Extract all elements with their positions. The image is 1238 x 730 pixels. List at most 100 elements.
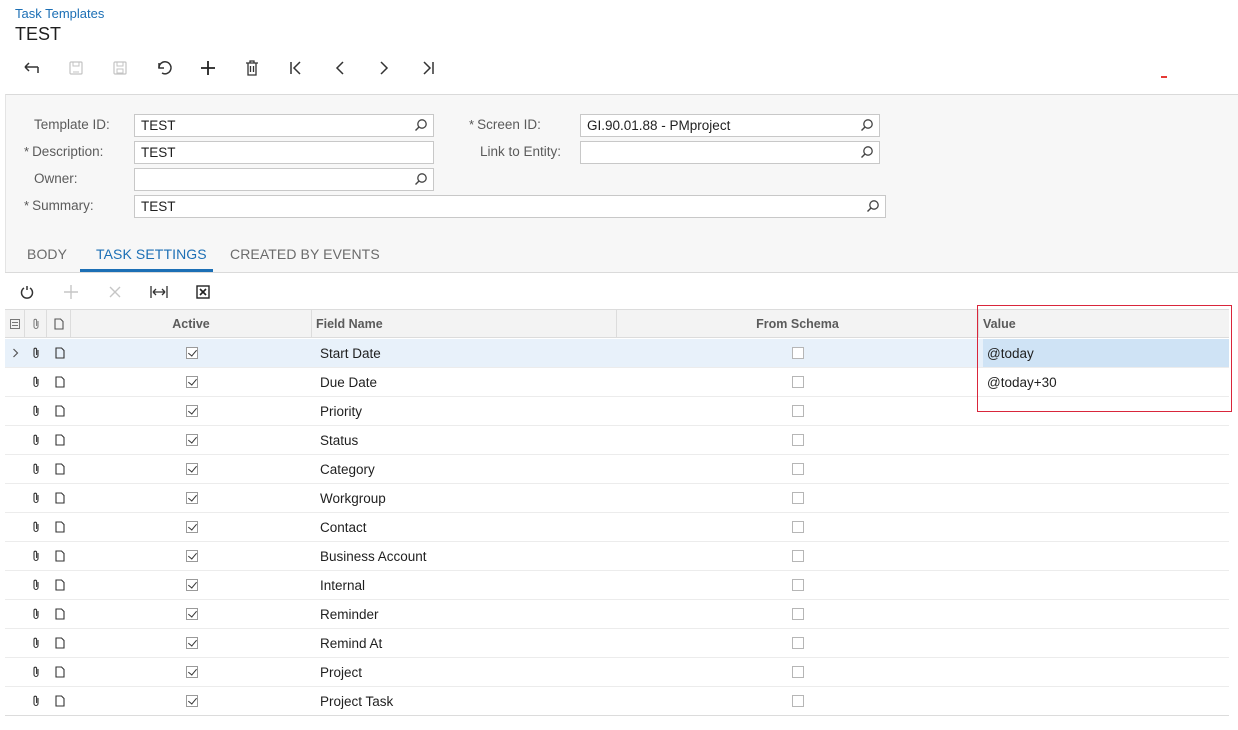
value-cell[interactable] <box>983 455 1229 483</box>
table-row[interactable]: Due Date @today+30 <box>5 368 1229 397</box>
row-selector[interactable] <box>9 368 21 396</box>
active-checkbox[interactable] <box>185 571 199 599</box>
from-schema-checkbox[interactable] <box>791 571 805 599</box>
row-selector[interactable] <box>9 513 21 541</box>
value-cell[interactable] <box>983 571 1229 599</box>
value-cell[interactable] <box>983 600 1229 628</box>
row-note-button[interactable] <box>54 368 66 396</box>
from-schema-checkbox[interactable] <box>791 600 805 628</box>
row-note-button[interactable] <box>54 600 66 628</box>
row-selector[interactable] <box>9 658 21 686</box>
row-attachment-button[interactable] <box>30 368 42 396</box>
active-checkbox[interactable] <box>185 542 199 570</box>
field-name-cell[interactable]: Project <box>320 658 362 686</box>
owner-field[interactable] <box>134 168 434 191</box>
row-selector[interactable] <box>9 542 21 570</box>
field-name-cell[interactable]: Priority <box>320 397 362 425</box>
save-button[interactable] <box>98 55 142 81</box>
value-cell[interactable]: @today <box>983 339 1229 367</box>
active-checkbox[interactable] <box>185 658 199 686</box>
row-attachment-button[interactable] <box>30 397 42 425</box>
link-to-entity-field[interactable] <box>580 141 880 164</box>
row-attachment-button[interactable] <box>30 513 42 541</box>
row-selector[interactable] <box>9 397 21 425</box>
export-excel-button[interactable] <box>181 277 225 307</box>
column-value[interactable]: Value <box>979 310 1229 338</box>
row-note-button[interactable] <box>54 484 66 512</box>
field-name-cell[interactable]: Start Date <box>320 339 381 367</box>
row-note-button[interactable] <box>54 687 66 715</box>
value-cell[interactable]: @today+30 <box>983 368 1229 396</box>
search-icon[interactable] <box>866 199 880 213</box>
field-name-cell[interactable]: Business Account <box>320 542 427 570</box>
row-note-button[interactable] <box>54 513 66 541</box>
row-selector[interactable] <box>9 600 21 628</box>
field-name-cell[interactable]: Workgroup <box>320 484 386 512</box>
value-cell[interactable] <box>983 658 1229 686</box>
field-name-cell[interactable]: Reminder <box>320 600 379 628</box>
active-checkbox[interactable] <box>185 368 199 396</box>
value-cell[interactable] <box>983 426 1229 454</box>
field-name-cell[interactable]: Category <box>320 455 375 483</box>
row-note-button[interactable] <box>54 629 66 657</box>
table-row[interactable]: Project Task <box>5 687 1229 716</box>
add-row-button[interactable] <box>49 277 93 307</box>
fit-columns-button[interactable] <box>137 277 181 307</box>
row-note-button[interactable] <box>54 658 66 686</box>
screen-id-field[interactable]: GI.90.01.88 - PMproject <box>580 114 880 137</box>
field-name-cell[interactable]: Remind At <box>320 629 382 657</box>
column-from-schema[interactable]: From Schema <box>617 310 979 338</box>
from-schema-checkbox[interactable] <box>791 687 805 715</box>
row-note-button[interactable] <box>54 397 66 425</box>
delete-button[interactable] <box>230 55 274 81</box>
back-button[interactable] <box>10 55 54 81</box>
summary-field[interactable]: TEST <box>134 195 886 218</box>
notes-header[interactable] <box>47 310 71 338</box>
previous-record-button[interactable] <box>318 55 362 81</box>
row-selector[interactable] <box>9 629 21 657</box>
active-checkbox[interactable] <box>185 484 199 512</box>
tab-body[interactable]: BODY <box>27 246 67 273</box>
last-record-button[interactable] <box>406 55 450 81</box>
table-row[interactable]: Priority <box>5 397 1229 426</box>
row-attachment-button[interactable] <box>30 542 42 570</box>
value-cell[interactable] <box>983 484 1229 512</box>
value-cell[interactable] <box>983 542 1229 570</box>
from-schema-checkbox[interactable] <box>791 455 805 483</box>
table-row[interactable]: Status <box>5 426 1229 455</box>
search-icon[interactable] <box>860 118 874 132</box>
table-row[interactable]: Workgroup <box>5 484 1229 513</box>
row-note-button[interactable] <box>54 426 66 454</box>
active-checkbox[interactable] <box>185 455 199 483</box>
active-checkbox[interactable] <box>185 513 199 541</box>
from-schema-checkbox[interactable] <box>791 397 805 425</box>
search-icon[interactable] <box>860 145 874 159</box>
field-name-cell[interactable]: Status <box>320 426 358 454</box>
active-checkbox[interactable] <box>185 426 199 454</box>
active-checkbox[interactable] <box>185 600 199 628</box>
value-cell[interactable] <box>983 513 1229 541</box>
row-note-button[interactable] <box>54 542 66 570</box>
breadcrumb-task-templates[interactable]: Task Templates <box>15 6 104 21</box>
from-schema-checkbox[interactable] <box>791 339 805 367</box>
attachment-header[interactable] <box>25 310 47 338</box>
description-field[interactable]: TEST <box>134 141 434 164</box>
active-checkbox[interactable] <box>185 339 199 367</box>
table-row[interactable]: Remind At <box>5 629 1229 658</box>
from-schema-checkbox[interactable] <box>791 484 805 512</box>
table-row[interactable]: Business Account <box>5 542 1229 571</box>
row-attachment-button[interactable] <box>30 339 42 367</box>
add-record-button[interactable] <box>186 55 230 81</box>
row-attachment-button[interactable] <box>30 600 42 628</box>
from-schema-checkbox[interactable] <box>791 629 805 657</box>
undo-button[interactable] <box>142 55 186 81</box>
row-selector[interactable] <box>9 455 21 483</box>
row-attachment-button[interactable] <box>30 455 42 483</box>
row-selector[interactable] <box>9 426 21 454</box>
search-icon[interactable] <box>414 118 428 132</box>
from-schema-checkbox[interactable] <box>791 658 805 686</box>
from-schema-checkbox[interactable] <box>791 426 805 454</box>
from-schema-checkbox[interactable] <box>791 542 805 570</box>
row-note-button[interactable] <box>54 571 66 599</box>
table-row[interactable]: Internal <box>5 571 1229 600</box>
